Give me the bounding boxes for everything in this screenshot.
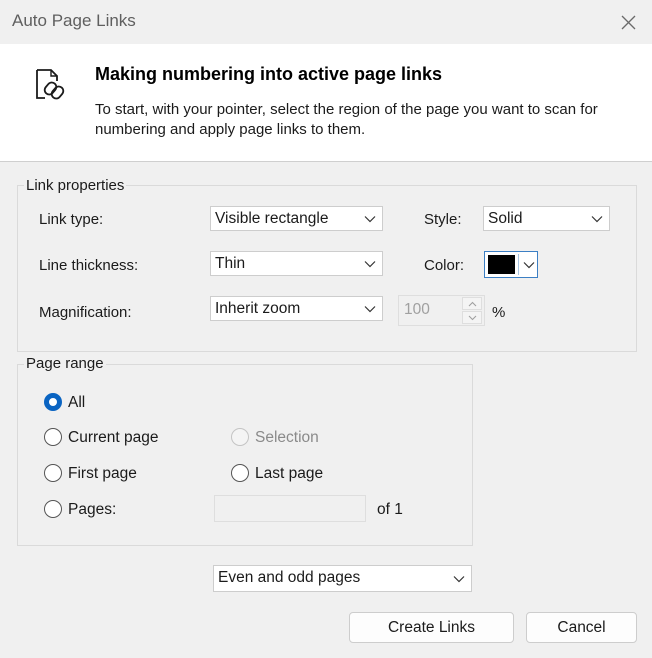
first-page-label[interactable]: First page	[68, 465, 137, 483]
close-icon	[621, 15, 636, 30]
zoom-increment-button[interactable]	[462, 297, 482, 310]
chevron-down-icon	[468, 315, 477, 321]
color-divider	[518, 254, 519, 275]
line-thickness-dropdown[interactable]: Thin	[210, 251, 383, 276]
color-label: Color:	[424, 257, 465, 274]
all-label[interactable]: All	[68, 394, 85, 412]
link-type-label: Link type:	[39, 211, 104, 228]
line-thickness-value: Thin	[215, 255, 246, 272]
last-page-label[interactable]: Last page	[255, 465, 323, 483]
last-page-radio[interactable]	[231, 464, 249, 482]
header-panel: Making numbering into active page links …	[0, 44, 652, 162]
current-page-radio[interactable]	[44, 428, 62, 446]
zoom-spinbox[interactable]: 100	[398, 295, 485, 326]
page-link-icon	[36, 69, 65, 100]
magnification-label: Magnification:	[39, 304, 132, 321]
chevron-down-icon	[523, 262, 535, 269]
cancel-button[interactable]: Cancel	[526, 612, 637, 643]
window-title: Auto Page Links	[12, 11, 136, 30]
create-links-button[interactable]: Create Links	[349, 612, 514, 643]
style-value: Solid	[488, 210, 523, 227]
link-type-value: Visible rectangle	[215, 210, 329, 227]
pages-label[interactable]: Pages:	[68, 501, 116, 519]
magnification-dropdown[interactable]: Inherit zoom	[210, 296, 383, 321]
link-type-dropdown[interactable]: Visible rectangle	[210, 206, 383, 231]
chevron-down-icon	[364, 216, 376, 223]
dialog-heading: Making numbering into active page links	[95, 64, 443, 84]
magnification-value: Inherit zoom	[215, 300, 301, 317]
title-bar: Auto Page Links	[0, 0, 652, 44]
zoom-value: 100	[404, 301, 430, 318]
chevron-down-icon	[364, 306, 376, 313]
style-label: Style:	[424, 211, 462, 228]
line-thickness-label: Line thickness:	[39, 257, 139, 274]
zoom-unit-label: %	[492, 304, 506, 321]
pages-radio[interactable]	[44, 500, 62, 518]
link-properties-legend: Link properties	[24, 177, 127, 194]
chevron-up-icon	[468, 301, 477, 307]
chevron-down-icon	[591, 216, 603, 223]
selection-label: Selection	[255, 429, 319, 446]
style-dropdown[interactable]: Solid	[483, 206, 610, 231]
page-subset-dropdown[interactable]: Even and odd pages	[213, 565, 472, 592]
page-subset-value: Even and odd pages	[218, 569, 361, 586]
page-count-label: of 1	[377, 501, 403, 518]
first-page-radio[interactable]	[44, 464, 62, 482]
current-page-label[interactable]: Current page	[68, 429, 158, 447]
zoom-decrement-button[interactable]	[462, 311, 482, 324]
chevron-down-icon	[364, 261, 376, 268]
color-swatch	[488, 255, 515, 274]
dialog-description: To start, with your pointer, select the …	[95, 101, 598, 138]
chevron-down-icon	[453, 576, 465, 583]
pages-input[interactable]	[214, 495, 366, 522]
page-range-legend: Page range	[24, 355, 106, 372]
color-picker-button[interactable]	[484, 251, 538, 278]
close-button[interactable]	[606, 4, 650, 40]
all-radio[interactable]	[44, 393, 62, 411]
selection-radio	[231, 428, 249, 446]
